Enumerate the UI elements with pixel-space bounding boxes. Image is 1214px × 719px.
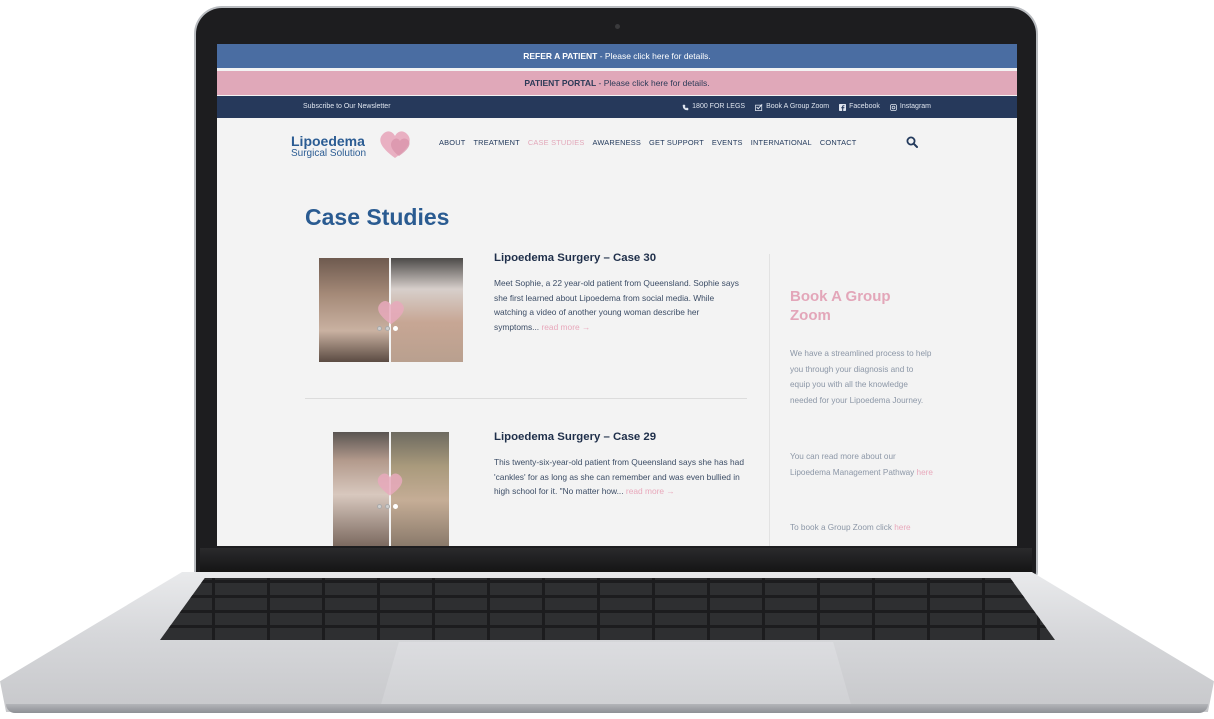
case-30-read-more[interactable]: read more → bbox=[541, 322, 590, 332]
nav-get-support[interactable]: GET SUPPORT bbox=[649, 138, 704, 147]
phone-label: 1800 FOR LEGS bbox=[692, 103, 746, 110]
main-menu: ABOUT TREATMENT CASE STUDIES AWARENESS G… bbox=[439, 138, 856, 147]
webcam bbox=[615, 24, 620, 29]
group-zoom-here-link[interactable]: here bbox=[894, 523, 910, 532]
case-30-heart-overlay bbox=[378, 300, 404, 325]
slider-dot[interactable] bbox=[393, 504, 398, 509]
case-30-excerpt: Meet Sophie, a 22 year-old patient from … bbox=[494, 276, 744, 334]
sidebar-heading: Book A Group Zoom bbox=[790, 288, 891, 324]
group-zoom-icon bbox=[755, 103, 763, 111]
case-29-excerpt-text: This twenty-six-year-old patient from Qu… bbox=[494, 457, 744, 496]
search-icon[interactable] bbox=[906, 136, 918, 148]
case-30-image[interactable] bbox=[319, 258, 463, 362]
main-header: Lipoedema Surgical Solution ABOUT TREATM… bbox=[217, 118, 1017, 174]
browser-screen: REFER A PATIENT - Please click here for … bbox=[217, 44, 1017, 546]
facebook-label: Facebook bbox=[849, 103, 880, 110]
sidebar-p3-text: To book a Group Zoom click bbox=[790, 523, 892, 532]
trackpad bbox=[380, 642, 852, 708]
case-30-title[interactable]: Lipoedema Surgery – Case 30 bbox=[494, 252, 656, 264]
case-29-image[interactable] bbox=[333, 432, 449, 546]
nav-about[interactable]: ABOUT bbox=[439, 138, 465, 147]
utility-bar: Subscribe to Our Newsletter 1800 FOR LEG… bbox=[217, 96, 1017, 118]
nav-treatment[interactable]: TREATMENT bbox=[473, 138, 519, 147]
refer-patient-bar[interactable]: REFER A PATIENT - Please click here for … bbox=[217, 44, 1017, 68]
sidebar-paragraph-2: You can read more about our Lipoedema Ma… bbox=[790, 449, 935, 480]
sidebar-p2-text: You can read more about our Lipoedema Ma… bbox=[790, 452, 915, 477]
case-29-title[interactable]: Lipoedema Surgery – Case 29 bbox=[494, 431, 656, 443]
laptop-mockup: REFER A PATIENT - Please click here for … bbox=[0, 0, 1214, 719]
nav-events[interactable]: EVENTS bbox=[712, 138, 743, 147]
case-30-slider-dots bbox=[377, 326, 398, 331]
pathway-link[interactable]: here bbox=[917, 468, 933, 477]
page-title: Case Studies bbox=[305, 204, 450, 230]
utility-links: 1800 FOR LEGS Book A Group Zoom Facebook… bbox=[682, 96, 931, 118]
slider-dot[interactable] bbox=[393, 326, 398, 331]
instagram-link[interactable]: Instagram bbox=[889, 96, 931, 118]
post-divider bbox=[305, 398, 747, 399]
logo-line2: Surgical Solution bbox=[291, 148, 367, 159]
nav-contact[interactable]: CONTACT bbox=[820, 138, 857, 147]
sidebar-separator bbox=[769, 254, 770, 546]
group-zoom-link[interactable]: Book A Group Zoom bbox=[755, 96, 829, 118]
phone-icon bbox=[682, 104, 689, 110]
newsletter-link[interactable]: Subscribe to Our Newsletter bbox=[303, 96, 391, 118]
case-29-excerpt: This twenty-six-year-old patient from Qu… bbox=[494, 455, 749, 499]
case-29-read-more[interactable]: read more → bbox=[626, 486, 675, 496]
portal-bold: PATIENT PORTAL bbox=[524, 78, 597, 88]
nav-awareness[interactable]: AWARENESS bbox=[593, 138, 641, 147]
nav-case-studies[interactable]: CASE STUDIES bbox=[528, 138, 585, 147]
portal-text: - Please click here for details. bbox=[596, 78, 710, 88]
slider-dot[interactable] bbox=[377, 504, 382, 509]
keyboard bbox=[160, 578, 1055, 640]
patient-portal-bar[interactable]: PATIENT PORTAL - Please click here for d… bbox=[217, 71, 1017, 95]
laptop-front-edge bbox=[6, 704, 1208, 713]
phone-link[interactable]: 1800 FOR LEGS bbox=[682, 96, 745, 118]
case-29-heart-overlay bbox=[377, 473, 403, 496]
heart-logo-icon bbox=[380, 131, 410, 158]
sidebar-paragraph-1: We have a streamlined process to help yo… bbox=[790, 349, 932, 405]
facebook-icon bbox=[839, 103, 847, 111]
refer-text: - Please click here for details. bbox=[597, 51, 711, 61]
site-logo[interactable]: Lipoedema Surgical Solution bbox=[291, 134, 366, 160]
instagram-icon bbox=[889, 103, 897, 111]
laptop-hinge bbox=[200, 548, 1032, 576]
nav-international[interactable]: INTERNATIONAL bbox=[751, 138, 812, 147]
sidebar-paragraph-3: To book a Group Zoom click here bbox=[790, 520, 935, 536]
instagram-label: Instagram bbox=[899, 103, 931, 110]
slider-dot[interactable] bbox=[385, 504, 390, 509]
refer-bold: REFER A PATIENT bbox=[523, 51, 598, 61]
facebook-link[interactable]: Facebook bbox=[839, 96, 880, 118]
case-29-slider-dots bbox=[377, 504, 398, 509]
group-zoom-label: Book A Group Zoom bbox=[766, 103, 830, 110]
logo-line1: Lipoedema bbox=[291, 133, 365, 149]
slider-dot[interactable] bbox=[385, 326, 390, 331]
case-30-excerpt-text: Meet Sophie, a 22 year-old patient from … bbox=[494, 278, 739, 332]
slider-dot[interactable] bbox=[377, 326, 382, 331]
